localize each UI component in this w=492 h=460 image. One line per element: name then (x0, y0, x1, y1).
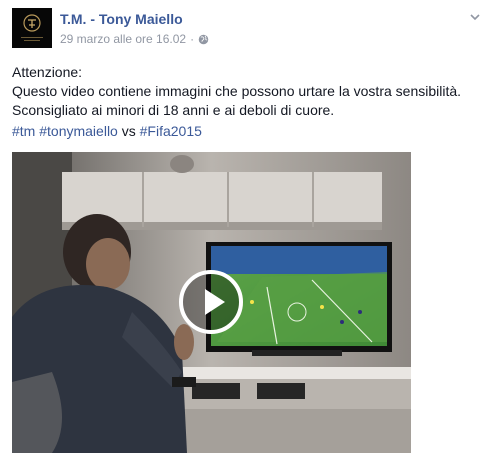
play-button[interactable] (179, 270, 243, 334)
post-text-line: Sconsigliato ai minori di 18 anni e ai d… (12, 102, 335, 118)
post-text: Attenzione: Questo video contiene immagi… (12, 63, 482, 120)
hashtags: #tm #tonymaiello vs #Fifa2015 (12, 123, 202, 139)
post-date[interactable]: 29 marzo alle ore 16.02 (60, 32, 186, 46)
post-header: T.M. - Tony Maiello 29 marzo alle ore 16… (12, 8, 482, 50)
hashtag-link[interactable]: #tm (12, 123, 35, 139)
hashtag-connector: vs (121, 123, 136, 139)
hashtag-link[interactable]: #Fifa2015 (140, 123, 202, 139)
post-author[interactable]: T.M. - Tony Maiello (60, 11, 183, 27)
post-text-line: Attenzione: (12, 64, 83, 80)
logo-icon (12, 8, 52, 48)
post-meta: 29 marzo alle ore 16.02 · (60, 32, 209, 46)
meta-separator: · (190, 32, 195, 46)
avatar[interactable] (12, 8, 52, 48)
video-player[interactable] (12, 152, 411, 453)
post-text-line: Questo video contiene immagini che posso… (12, 83, 462, 99)
play-icon (205, 289, 225, 315)
hashtag-link[interactable]: #tonymaiello (39, 123, 118, 139)
chevron-down-icon[interactable] (468, 10, 482, 24)
globe-icon[interactable] (198, 34, 209, 45)
